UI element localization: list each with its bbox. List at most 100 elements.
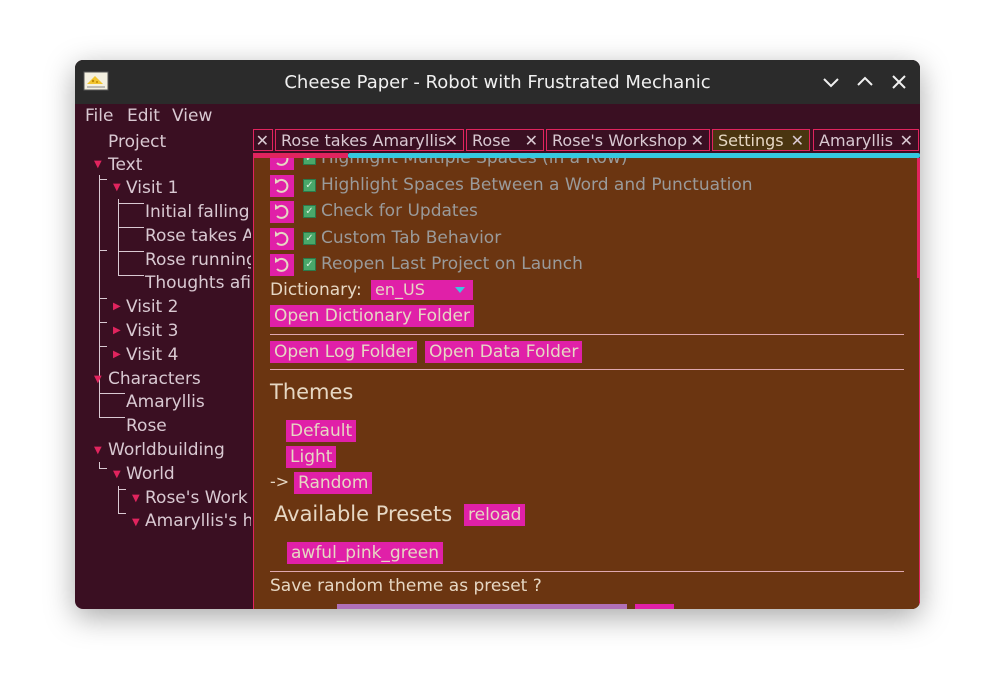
tab-overflow-close[interactable]: ✕ xyxy=(253,129,273,151)
tab-rose[interactable]: Rose ✕ xyxy=(466,129,544,151)
expand-triangle-icon[interactable]: ▼ xyxy=(94,159,102,170)
expand-triangle-icon[interactable]: ▼ xyxy=(132,493,140,504)
menu-view[interactable]: View xyxy=(172,106,212,126)
open-data-folder-button[interactable]: Open Data Folder xyxy=(425,341,583,363)
reset-icon[interactable] xyxy=(270,201,294,223)
close-icon[interactable]: ✕ xyxy=(445,131,458,150)
checkbox[interactable]: ✓ xyxy=(303,158,316,165)
collapse-triangle-icon[interactable]: ▶ xyxy=(113,325,121,336)
tree-worldbuilding[interactable]: Worldbuilding xyxy=(108,440,225,460)
selected-theme-marker: -> xyxy=(270,472,290,491)
theme-random-button[interactable]: Random xyxy=(294,472,373,494)
tree-guide-line xyxy=(118,486,119,513)
close-icon[interactable]: ✕ xyxy=(691,131,704,150)
close-icon[interactable]: ✕ xyxy=(791,131,804,150)
tree-visit-3[interactable]: Visit 3 xyxy=(126,321,178,341)
tree-scene[interactable]: Rose takes A xyxy=(145,226,251,246)
chevron-down-icon xyxy=(823,78,839,88)
minimize-button[interactable] xyxy=(821,72,841,92)
app-window: Cheese Paper - Robot with Frustrated Mec… xyxy=(75,60,920,609)
expand-triangle-icon[interactable]: ▼ xyxy=(94,374,102,385)
expand-triangle-icon[interactable]: ▼ xyxy=(113,182,121,193)
tab-amaryllis[interactable]: Amaryllis ✕ xyxy=(813,129,919,151)
presets-heading: Available Presets xyxy=(274,502,453,526)
collapse-triangle-icon[interactable]: ▶ xyxy=(113,349,121,360)
chevron-up-icon xyxy=(857,76,873,86)
tree-guide-line xyxy=(118,199,119,275)
option-label: Custom Tab Behavior xyxy=(321,228,502,248)
tree-visit-4[interactable]: Visit 4 xyxy=(126,345,178,365)
theme-default-button[interactable]: Default xyxy=(286,420,357,442)
collapse-triangle-icon[interactable]: ▶ xyxy=(113,301,121,312)
preset-button[interactable]: awful_pink_green xyxy=(287,542,444,564)
tab-roses-workshop[interactable]: Rose's Workshop ✕ xyxy=(546,129,710,151)
expand-triangle-icon[interactable]: ▼ xyxy=(94,445,102,456)
checkbox[interactable]: ✓ xyxy=(303,179,316,192)
tab-rose-takes-amaryllis[interactable]: Rose takes Amaryllis ✕ xyxy=(275,129,464,151)
tab-bar: ✕ Rose takes Amaryllis ✕ Rose ✕ Rose's W… xyxy=(253,129,920,153)
tree-location[interactable]: Amaryllis's h xyxy=(145,511,251,531)
open-log-folder-button[interactable]: Open Log Folder xyxy=(270,341,418,363)
panel-scrollbar[interactable] xyxy=(917,158,920,278)
close-icon[interactable]: ✕ xyxy=(900,131,913,150)
tree-guide-line xyxy=(99,390,100,417)
themes-heading: Themes xyxy=(270,380,354,404)
tree-guide-line xyxy=(99,322,107,323)
save-preset-button[interactable] xyxy=(635,604,674,609)
reset-icon[interactable] xyxy=(270,158,294,170)
option-label: Highlight Spaces Between a Word and Punc… xyxy=(321,175,753,195)
project-tree: Project ▼ Text ▼ Visit 1 Initial falling… xyxy=(75,130,251,609)
checkbox[interactable]: ✓ xyxy=(303,258,316,271)
option-label: Reopen Last Project on Launch xyxy=(321,254,583,274)
divider xyxy=(270,334,904,335)
reset-icon[interactable] xyxy=(270,254,294,276)
tree-guide-line xyxy=(99,346,107,347)
expand-triangle-icon[interactable]: ▼ xyxy=(132,517,140,528)
reset-icon[interactable] xyxy=(270,228,294,250)
title-bar: Cheese Paper - Robot with Frustrated Mec… xyxy=(75,60,920,104)
tree-guide-line xyxy=(99,179,107,180)
tab-label: Rose's Workshop xyxy=(552,131,688,150)
tree-guide-line xyxy=(99,468,107,469)
tree-scene[interactable]: Rose running xyxy=(145,250,251,270)
close-icon xyxy=(892,75,906,89)
tree-guide-line xyxy=(118,513,126,514)
tree-guide-line xyxy=(118,251,144,252)
menu-file[interactable]: File xyxy=(85,106,113,126)
tree-text[interactable]: Text xyxy=(108,155,142,175)
reset-icon[interactable] xyxy=(270,175,294,197)
tab-settings[interactable]: Settings ✕ xyxy=(712,129,810,151)
tab-label: Rose xyxy=(472,131,511,150)
close-icon[interactable]: ✕ xyxy=(525,131,538,150)
expand-triangle-icon[interactable]: ▼ xyxy=(113,469,121,480)
close-icon[interactable]: ✕ xyxy=(256,131,269,150)
tree-guide-line xyxy=(118,275,144,276)
tree-visit-1[interactable]: Visit 1 xyxy=(126,178,178,198)
tree-visit-2[interactable]: Visit 2 xyxy=(126,297,178,317)
tree-character[interactable]: Amaryllis xyxy=(126,392,205,412)
open-dictionary-folder-button[interactable]: Open Dictionary Folder xyxy=(270,305,474,327)
window-title: Cheese Paper - Robot with Frustrated Mec… xyxy=(284,72,711,93)
checkbox[interactable]: ✓ xyxy=(303,205,316,218)
checkbox[interactable]: ✓ xyxy=(303,232,316,245)
maximize-button[interactable] xyxy=(855,72,875,92)
tree-character[interactable]: Rose xyxy=(126,416,167,436)
close-window-button[interactable] xyxy=(889,72,909,92)
tree-guide-line xyxy=(99,250,107,251)
tree-characters[interactable]: Characters xyxy=(108,369,201,389)
menu-edit[interactable]: Edit xyxy=(127,106,160,126)
tree-project[interactable]: Project xyxy=(108,132,166,152)
settings-panel: ✓ Highlight Multiple Spaces (in a Row) ✓… xyxy=(253,158,920,609)
tree-scene[interactable]: Initial falling xyxy=(145,202,250,222)
tree-guide-line xyxy=(118,489,126,490)
dictionary-select[interactable]: en_US xyxy=(371,280,473,300)
tree-guide-line xyxy=(118,203,144,204)
option-label: Check for Updates xyxy=(321,201,478,221)
preset-name-input[interactable] xyxy=(337,604,627,609)
tree-location[interactable]: Rose's Work xyxy=(145,488,248,508)
tree-world[interactable]: World xyxy=(126,464,175,484)
save-random-prompt: Save random theme as preset ? xyxy=(270,576,542,596)
tree-scene[interactable]: Thoughts afi xyxy=(145,273,251,293)
reload-presets-button[interactable]: reload xyxy=(464,504,526,526)
theme-light-button[interactable]: Light xyxy=(286,446,337,468)
